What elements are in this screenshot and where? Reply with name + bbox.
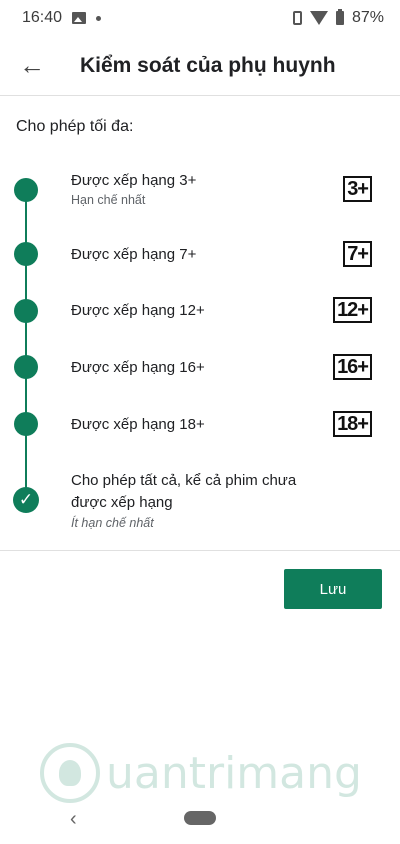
rating-badge-18: 18+ [333, 411, 372, 437]
rating-badge-3: 3+ [343, 176, 372, 202]
radio-dot [14, 355, 38, 379]
option-title: Được xếp hạng 12+ [71, 302, 205, 319]
battery-icon [335, 9, 344, 25]
timeline-line [25, 188, 27, 500]
battery-percent: 87% [351, 9, 384, 26]
divider [0, 550, 400, 551]
rating-badge-12: 12+ [333, 297, 372, 323]
rating-option-3[interactable]: Được xếp hạng 3+ Hạn chế nhất 3+ [0, 170, 400, 218]
nav-back-icon[interactable]: ‹ [70, 808, 77, 831]
app-bar: ← Kiểm soát của phụ huynh [0, 36, 400, 96]
rating-option-18[interactable]: Được xếp hạng 18+ 18+ [0, 410, 400, 450]
radio-dot [14, 242, 38, 266]
section-label: Cho phép tối đa: [16, 118, 134, 135]
rating-option-allow-all[interactable]: ✓ Cho phép tất cả, kể cả phim chưa được … [0, 470, 400, 536]
option-title: Được xếp hạng 18+ [71, 416, 205, 433]
option-title-line2: được xếp hạng [71, 494, 173, 511]
option-subtitle: Hạn chế nhất [71, 193, 146, 207]
rating-option-16[interactable]: Được xếp hạng 16+ 16+ [0, 353, 400, 393]
watermark-text: uantrimang [106, 747, 362, 799]
check-icon: ✓ [13, 487, 39, 513]
option-title-line1: Cho phép tất cả, kể cả phim chưa [71, 472, 297, 489]
arrow-left-icon: ← [19, 50, 45, 80]
rating-badge-16: 16+ [333, 354, 372, 380]
dot-icon [96, 15, 102, 21]
image-icon [72, 12, 87, 24]
option-title: Được xếp hạng 7+ [71, 246, 197, 263]
watermark: uantrimang [40, 738, 362, 808]
option-subtitle: Ít hạn chế nhất [71, 516, 154, 530]
vibrate-icon [292, 11, 302, 25]
page-title: Kiểm soát của phụ huynh [80, 53, 336, 77]
watermark-logo-icon [40, 743, 100, 803]
rating-option-12[interactable]: Được xếp hạng 12+ 12+ [0, 296, 400, 336]
back-button[interactable]: ← [12, 46, 52, 86]
radio-dot [14, 299, 38, 323]
option-title: Được xếp hạng 16+ [71, 359, 205, 376]
system-nav-bar: ‹ [0, 800, 400, 844]
rating-badge-7: 7+ [343, 241, 372, 267]
rating-option-7[interactable]: Được xếp hạng 7+ 7+ [0, 240, 400, 280]
nav-home-pill[interactable] [184, 811, 216, 825]
status-time: 16:40 [22, 9, 63, 26]
wifi-icon [309, 11, 328, 25]
option-title: Được xếp hạng 3+ [71, 172, 197, 189]
radio-dot [14, 412, 38, 436]
radio-dot [14, 178, 38, 202]
status-bar: 16:40 87% [0, 0, 400, 36]
save-button[interactable]: Lưu [284, 569, 382, 609]
